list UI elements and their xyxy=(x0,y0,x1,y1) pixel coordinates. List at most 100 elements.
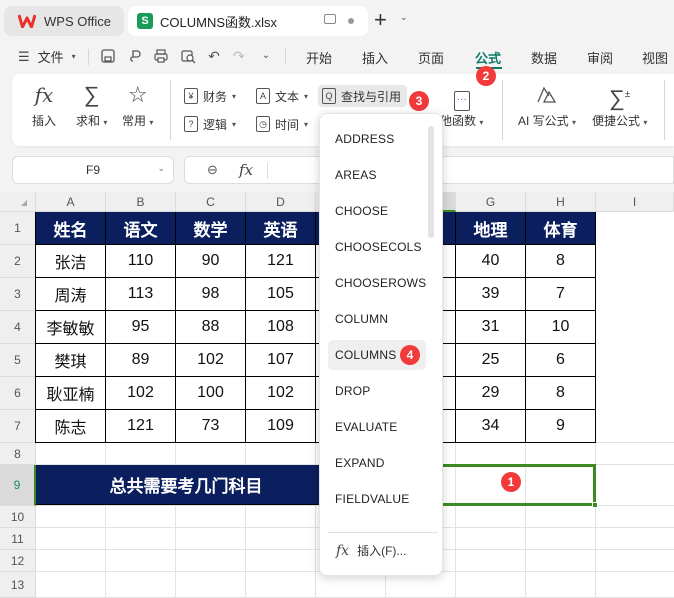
data-cell[interactable]: 29 xyxy=(456,377,526,410)
save-icon[interactable] xyxy=(100,48,116,64)
column-header-d[interactable]: D xyxy=(246,192,316,212)
column-header-g[interactable]: G xyxy=(456,192,526,212)
header-cell[interactable]: 语文 xyxy=(106,212,176,245)
new-tab-dropdown-icon[interactable]: ⌄ xyxy=(400,12,408,23)
row-header-1[interactable]: 1 xyxy=(0,212,36,245)
data-cell[interactable]: 110 xyxy=(106,245,176,278)
data-cell[interactable]: 100 xyxy=(176,377,246,410)
finance-functions-button[interactable]: ¥ 财务 ▾ xyxy=(184,85,236,107)
function-item-choose[interactable]: CHOOSE xyxy=(328,196,426,226)
column-header-b[interactable]: B xyxy=(106,192,176,212)
header-cell[interactable]: 体育 xyxy=(526,212,596,245)
data-cell[interactable]: 张洁 xyxy=(36,245,106,278)
quick-formula-button[interactable]: ∑± 便捷公式 ▾ xyxy=(592,82,647,129)
row-header-7[interactable]: 7 xyxy=(0,410,36,443)
column-header-a[interactable]: A xyxy=(36,192,106,212)
data-cell[interactable]: 121 xyxy=(246,245,316,278)
share-icon[interactable] xyxy=(128,48,144,64)
data-cell[interactable]: 7 xyxy=(526,278,596,311)
row-header-6[interactable]: 6 xyxy=(0,377,36,410)
data-cell[interactable]: 8 xyxy=(526,245,596,278)
row-header-4[interactable]: 4 xyxy=(0,311,36,344)
row-header-11[interactable]: 11 xyxy=(0,528,36,550)
name-box[interactable]: F9 ⌄ xyxy=(12,156,174,184)
ai-formula-button[interactable]: AI 写公式 ▾ xyxy=(518,82,576,129)
merged-title-cell[interactable]: 总共需要考几门科目 xyxy=(36,465,336,505)
fill-handle[interactable] xyxy=(592,502,598,508)
text-functions-button[interactable]: A 文本 ▾ xyxy=(256,85,308,107)
data-cell[interactable]: 9 xyxy=(526,410,596,443)
function-item-chooserows[interactable]: CHOOSEROWS xyxy=(328,268,426,298)
column-header-c[interactable]: C xyxy=(176,192,246,212)
function-item-choosecols[interactable]: CHOOSECOLS xyxy=(328,232,426,262)
data-cell[interactable]: 95 xyxy=(106,311,176,344)
data-cell[interactable]: 10 xyxy=(526,311,596,344)
data-cell[interactable]: 耿亚楠 xyxy=(36,377,106,410)
common-functions-button[interactable]: ☆ 常用 ▾ xyxy=(122,82,153,129)
print-icon[interactable] xyxy=(153,48,169,64)
data-cell[interactable]: 34 xyxy=(456,410,526,443)
monitor-icon[interactable] xyxy=(324,14,336,24)
row-header-12[interactable]: 12 xyxy=(0,550,36,572)
data-cell[interactable]: 李敏敏 xyxy=(36,311,106,344)
header-cell[interactable]: 地理 xyxy=(456,212,526,245)
autosum-button[interactable]: ∑ 求和 ▾ xyxy=(76,82,107,129)
data-cell[interactable]: 88 xyxy=(176,311,246,344)
redo-icon[interactable]: ↷ xyxy=(231,48,247,64)
row-header-9[interactable]: 9 xyxy=(0,465,36,506)
header-cell[interactable]: 数学 xyxy=(176,212,246,245)
data-cell[interactable]: 102 xyxy=(106,377,176,410)
dropdown-scrollbar[interactable] xyxy=(428,126,434,238)
row-header-5[interactable]: 5 xyxy=(0,344,36,377)
zoom-formula-icon[interactable]: ⊖ xyxy=(207,162,218,178)
time-functions-button[interactable]: ◷ 时间 ▾ xyxy=(256,113,308,135)
tab-insert[interactable]: 插入 xyxy=(362,48,388,67)
data-cell[interactable]: 31 xyxy=(456,311,526,344)
data-cell[interactable]: 樊琪 xyxy=(36,344,106,377)
lookup-reference-button[interactable]: Q 查找与引用 xyxy=(318,85,408,107)
chevron-down-icon[interactable]: ⌄ xyxy=(157,163,165,174)
tab-page[interactable]: 页面 xyxy=(418,48,444,67)
document-tab[interactable]: S COLUMNS函数.xlsx xyxy=(128,6,368,36)
tab-formulas[interactable]: 公式 xyxy=(475,48,501,67)
other-functions-button[interactable]: ··· 他函数 ▾ xyxy=(440,82,483,129)
data-cell[interactable]: 39 xyxy=(456,278,526,311)
data-cell[interactable]: 98 xyxy=(176,278,246,311)
row-header-2[interactable]: 2 xyxy=(0,245,36,278)
row-header-3[interactable]: 3 xyxy=(0,278,36,311)
unsaved-dot-icon[interactable] xyxy=(348,18,354,24)
data-cell[interactable]: 107 xyxy=(246,344,316,377)
header-cell[interactable]: 姓名 xyxy=(36,212,106,245)
insert-function-menu-item[interactable]: fx 插入(F)... xyxy=(336,542,406,559)
data-cell[interactable]: 8 xyxy=(526,377,596,410)
data-cell[interactable]: 108 xyxy=(246,311,316,344)
wps-home-tab[interactable]: WPS Office xyxy=(4,6,124,36)
function-item-evaluate[interactable]: EVALUATE xyxy=(328,412,426,442)
data-cell[interactable]: 113 xyxy=(106,278,176,311)
column-header-h[interactable]: H xyxy=(526,192,596,212)
function-item-drop[interactable]: DROP xyxy=(328,376,426,406)
data-cell[interactable]: 陈志 xyxy=(36,410,106,443)
print-preview-icon[interactable] xyxy=(180,48,196,64)
insert-function-button[interactable]: fx 插入 xyxy=(32,82,56,129)
tab-home[interactable]: 开始 xyxy=(306,48,332,67)
data-cell[interactable]: 40 xyxy=(456,245,526,278)
column-header-i[interactable]: I xyxy=(596,192,674,212)
data-cell[interactable]: 25 xyxy=(456,344,526,377)
logic-functions-button[interactable]: ? 逻辑 ▾ xyxy=(184,113,236,135)
data-cell[interactable]: 89 xyxy=(106,344,176,377)
tab-review[interactable]: 审阅 xyxy=(587,48,613,67)
select-all-corner[interactable] xyxy=(0,192,36,212)
row-header-10[interactable]: 10 xyxy=(0,506,36,528)
tab-view[interactable]: 视图 xyxy=(642,48,668,67)
data-cell[interactable]: 105 xyxy=(246,278,316,311)
row-header-13[interactable]: 13 xyxy=(0,572,36,598)
fx-icon[interactable]: fx xyxy=(239,161,253,179)
undo-icon[interactable]: ↶ xyxy=(206,48,222,64)
data-cell[interactable]: 102 xyxy=(246,377,316,410)
function-item-expand[interactable]: EXPAND xyxy=(328,448,426,478)
function-item-column[interactable]: COLUMN xyxy=(328,304,426,334)
data-cell[interactable]: 109 xyxy=(246,410,316,443)
data-cell[interactable]: 102 xyxy=(176,344,246,377)
data-cell[interactable]: 90 xyxy=(176,245,246,278)
